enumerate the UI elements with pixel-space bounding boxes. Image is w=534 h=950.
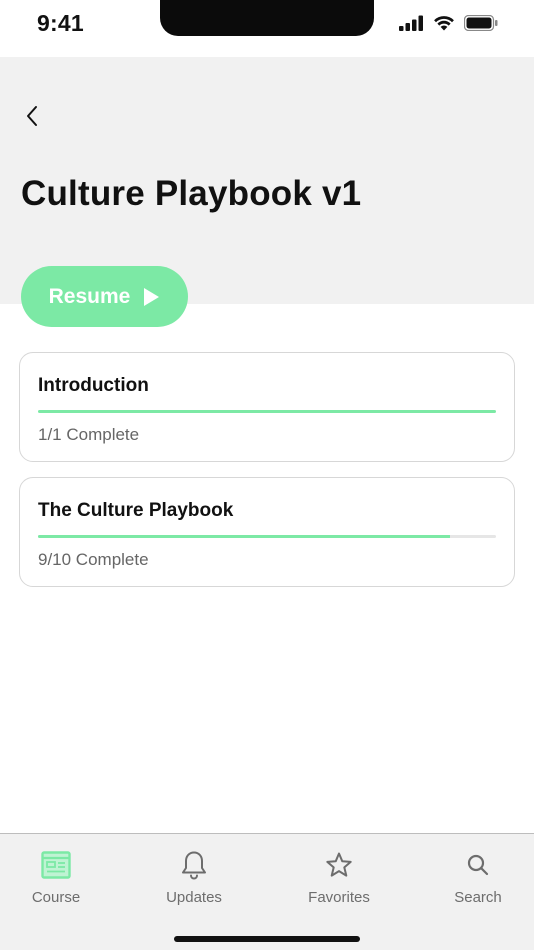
tab-course[interactable]: Course <box>1 850 111 906</box>
resume-button-label: Resume <box>48 284 131 308</box>
tab-label: Course <box>31 889 81 906</box>
course-icon <box>41 850 71 880</box>
status-time: 9:41 <box>37 10 84 36</box>
cellular-signal-icon <box>399 15 423 31</box>
section-progress-fill <box>38 410 496 413</box>
section-title: The Culture Playbook <box>38 500 234 521</box>
section-status: 1/1 Complete <box>38 425 140 444</box>
section-progress-bar <box>38 410 496 413</box>
section-card-culture-playbook[interactable]: The Culture Playbook 9/10 Complete <box>19 477 515 587</box>
battery-icon <box>464 14 498 31</box>
section-progress-bar <box>38 535 496 538</box>
tab-label: Favorites <box>308 889 370 906</box>
wifi-icon <box>434 16 454 31</box>
tab-label: Search <box>454 889 502 906</box>
star-icon <box>325 850 353 880</box>
section-card-introduction[interactable]: Introduction 1/1 Complete <box>19 352 515 462</box>
tab-label: Updates <box>166 889 222 906</box>
tab-bar: Course Updates Favorites Search <box>0 833 534 950</box>
chevron-left-icon <box>27 106 37 126</box>
section-status: 9/10 Complete <box>38 550 149 569</box>
device-notch <box>160 0 374 36</box>
section-title: Introduction <box>38 375 149 396</box>
tab-updates[interactable]: Updates <box>139 850 249 906</box>
status-icons <box>399 14 498 31</box>
tab-favorites[interactable]: Favorites <box>284 850 394 906</box>
bell-icon <box>181 850 207 880</box>
page-title: Culture Playbook v1 <box>21 174 362 213</box>
tab-search[interactable]: Search <box>423 850 533 906</box>
resume-button[interactable]: Resume <box>21 266 188 327</box>
search-icon <box>466 850 490 880</box>
play-icon <box>144 287 160 306</box>
section-progress-fill <box>38 535 451 538</box>
back-button[interactable] <box>18 102 46 130</box>
status-bar: 9:41 <box>0 0 534 57</box>
home-indicator <box>174 936 360 942</box>
